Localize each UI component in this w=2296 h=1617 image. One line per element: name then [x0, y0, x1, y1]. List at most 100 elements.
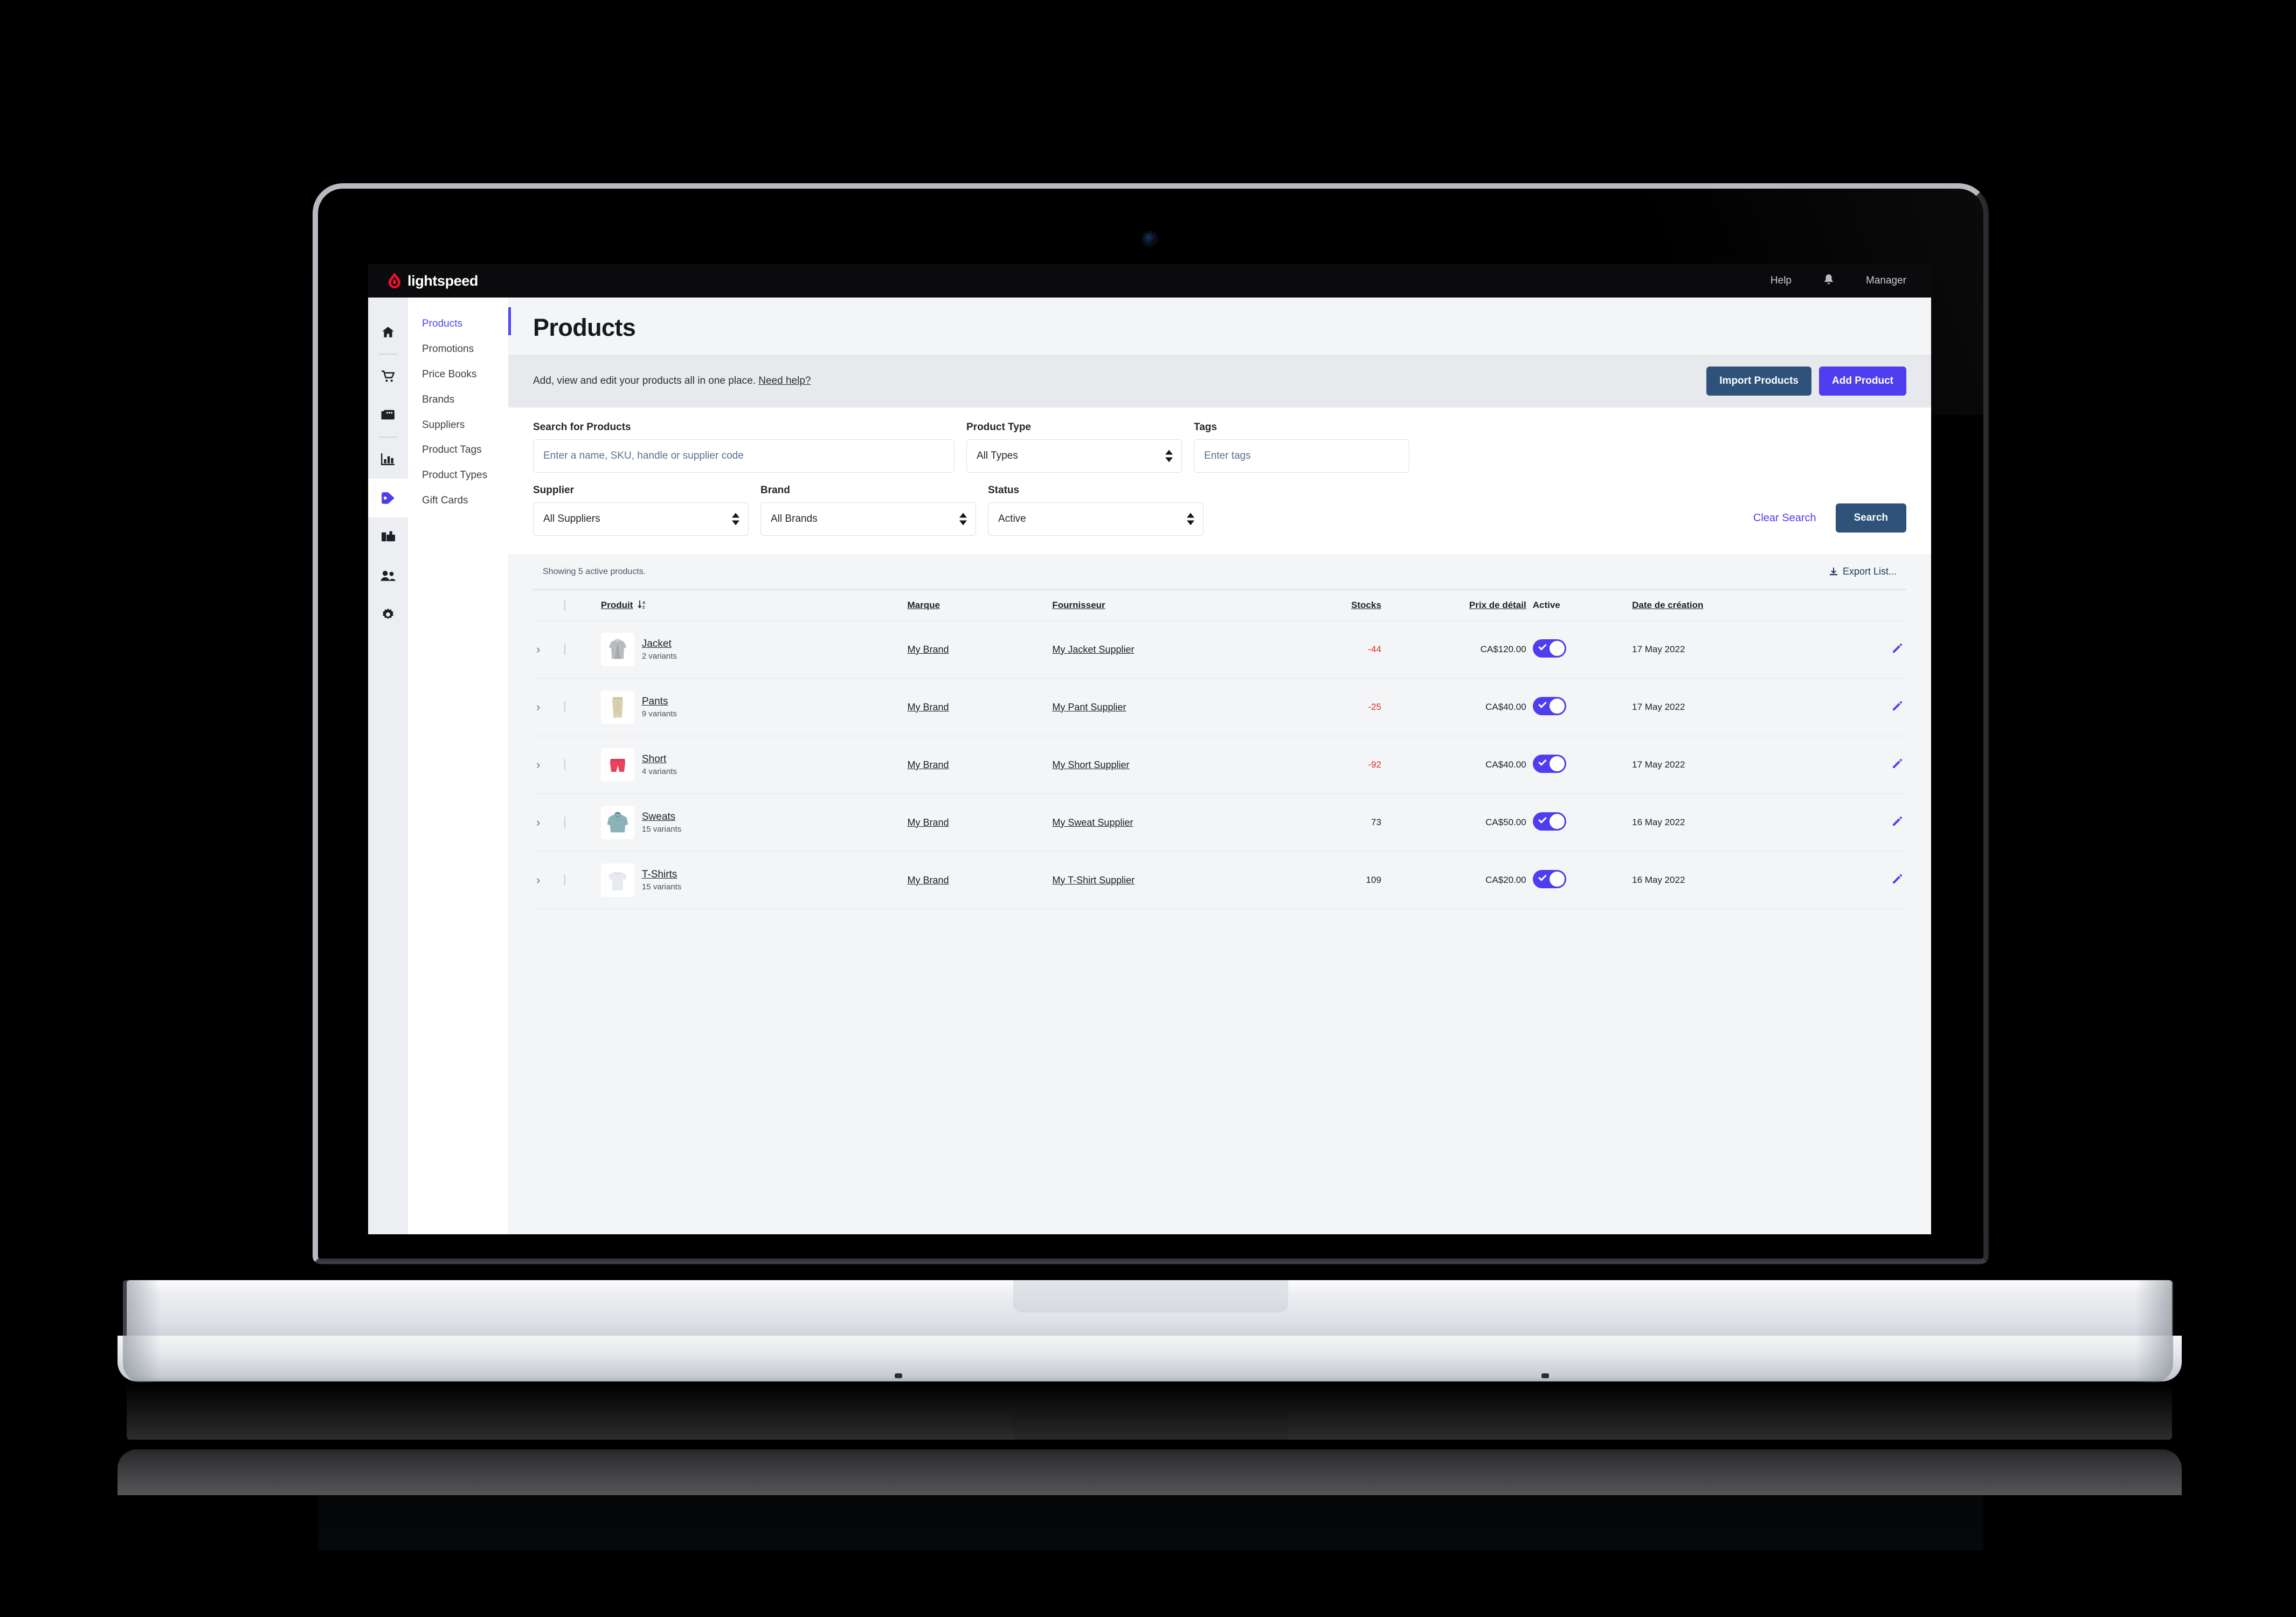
rail-divider [379, 437, 397, 438]
supplier-link[interactable]: My Pant Supplier [1052, 702, 1126, 713]
user-menu[interactable]: Manager [1866, 275, 1906, 287]
brand-link[interactable]: My Brand [907, 759, 949, 770]
page-title: Products [533, 314, 636, 341]
row-checkbox[interactable] [564, 759, 566, 770]
rail-item-register[interactable] [368, 396, 408, 434]
clear-search-link[interactable]: Clear Search [1753, 512, 1816, 524]
product-name-link[interactable]: Pants [642, 696, 677, 708]
rail-item-customers[interactable] [368, 556, 408, 595]
select-cell [561, 678, 598, 736]
row-checkbox[interactable] [564, 874, 566, 886]
th-created-label: Date de création [1632, 600, 1704, 610]
th-active: Active [1529, 589, 1629, 621]
tags-input[interactable]: Enter tags [1194, 439, 1409, 473]
gear-icon [382, 608, 394, 619]
search-button[interactable]: Search [1835, 503, 1906, 533]
th-product[interactable]: Produit A Z [597, 589, 904, 621]
stock-cell: 109 [1273, 851, 1385, 909]
brand-name: lightspeed [407, 272, 479, 289]
chevron-right-icon[interactable]: › [536, 816, 540, 829]
secondary-nav: Products Promotions Price Books Brands S… [408, 298, 508, 1234]
th-price[interactable]: Prix de détail [1384, 589, 1530, 621]
help-link[interactable]: Help [1771, 275, 1792, 287]
edit-pencil-icon[interactable] [1891, 700, 1903, 715]
product-name-link[interactable]: T-Shirts [642, 869, 681, 881]
chevron-right-icon[interactable]: › [536, 700, 540, 714]
chevron-right-icon[interactable]: › [536, 873, 540, 887]
expand-cell: › [533, 851, 562, 909]
supplier-link[interactable]: My Sweat Supplier [1052, 817, 1133, 828]
brand-select[interactable]: All Brands [760, 502, 976, 536]
brand-link[interactable]: My Brand [907, 875, 949, 886]
icon-rail [368, 298, 408, 1234]
active-toggle[interactable] [1532, 754, 1566, 773]
active-toggle[interactable] [1532, 696, 1566, 715]
edit-pencil-icon[interactable] [1891, 758, 1903, 772]
th-created[interactable]: Date de création [1629, 589, 1849, 621]
supplier-link[interactable]: My T-Shirt Supplier [1052, 875, 1135, 886]
select-all-checkbox[interactable] [564, 599, 566, 611]
app-topbar: lightspeed Help Manager [368, 264, 1931, 298]
reflection-lid [318, 1494, 1983, 1550]
brand-link[interactable]: My Brand [907, 702, 949, 713]
chevron-right-icon[interactable]: › [536, 642, 540, 656]
subnav-item-product-tags[interactable]: Product Tags [408, 438, 508, 463]
stock-cell: -44 [1273, 620, 1385, 679]
active-toggle[interactable] [1532, 639, 1566, 658]
active-toggle[interactable] [1532, 812, 1566, 831]
subnav-item-suppliers[interactable]: Suppliers [408, 413, 508, 438]
subnav-item-brands[interactable]: Brands [408, 388, 508, 413]
th-supplier[interactable]: Fournisseur [1049, 589, 1273, 621]
subnav-item-price-books[interactable]: Price Books [408, 362, 508, 388]
row-checkbox[interactable] [564, 817, 566, 828]
active-toggle[interactable] [1532, 869, 1566, 888]
search-input[interactable]: Enter a name, SKU, handle or supplier co… [533, 439, 955, 473]
supplier-link[interactable]: My Jacket Supplier [1052, 644, 1134, 655]
table-row: › Sweats 15 variants My Brand My Sweat Suppl… [533, 793, 1906, 852]
edit-pencil-icon[interactable] [1891, 873, 1903, 888]
active-cell [1529, 678, 1629, 736]
row-checkbox[interactable] [564, 701, 566, 713]
edit-pencil-icon[interactable] [1891, 816, 1903, 830]
rail-item-setup[interactable] [368, 595, 408, 634]
import-products-button[interactable]: Import Products [1706, 367, 1811, 396]
th-brand[interactable]: Marque [904, 589, 1049, 621]
bell-icon[interactable] [1823, 273, 1835, 289]
select-cell [561, 851, 598, 909]
edit-pencil-icon[interactable] [1891, 642, 1903, 657]
brand-link[interactable]: My Brand [907, 817, 949, 828]
brand-logo[interactable]: lightspeed [388, 273, 478, 289]
product-cell: Sweats 15 variants [597, 793, 904, 852]
product-name-link[interactable]: Sweats [642, 811, 681, 823]
th-expand [533, 589, 562, 621]
brand-link[interactable]: My Brand [907, 644, 949, 655]
product-thumbnail [600, 806, 634, 839]
table-meta-row: Showing 5 active products. Export List..… [533, 566, 1906, 577]
supplier-select[interactable]: All Suppliers [533, 502, 749, 536]
product-name-link[interactable]: Short [642, 754, 677, 765]
rail-item-inventory[interactable] [368, 517, 408, 556]
field-product-type: Product Type All Types [966, 421, 1182, 473]
product-type-select[interactable]: All Types [966, 439, 1182, 473]
rail-item-reporting[interactable] [368, 440, 408, 479]
product-name-link[interactable]: Jacket [642, 638, 677, 650]
status-select[interactable]: Active [988, 502, 1204, 536]
rail-item-home[interactable] [368, 313, 408, 351]
supplier-link[interactable]: My Short Supplier [1052, 759, 1129, 770]
chevron-right-icon[interactable]: › [536, 758, 540, 771]
th-stock[interactable]: Stocks [1273, 589, 1385, 621]
add-product-button[interactable]: Add Product [1819, 367, 1906, 396]
need-help-link[interactable]: Need help? [758, 375, 811, 386]
rail-item-sell[interactable] [368, 357, 408, 396]
field-brand: Brand All Brands [760, 485, 976, 536]
page-actions: Import Products Add Product [1706, 367, 1906, 396]
subnav-item-gift-cards[interactable]: Gift Cards [408, 488, 508, 514]
subnav-item-product-types[interactable]: Product Types [408, 463, 508, 488]
subnav-item-promotions[interactable]: Promotions [408, 337, 508, 362]
subnav-item-products[interactable]: Products [408, 312, 508, 337]
row-checkbox[interactable] [564, 644, 566, 655]
export-list-button[interactable]: Export List... [1829, 566, 1897, 577]
rail-item-catalog[interactable] [368, 479, 408, 517]
product-variant-count: 15 variants [641, 882, 682, 892]
products-table-panel: Showing 5 active products. Export List..… [508, 554, 1931, 1234]
